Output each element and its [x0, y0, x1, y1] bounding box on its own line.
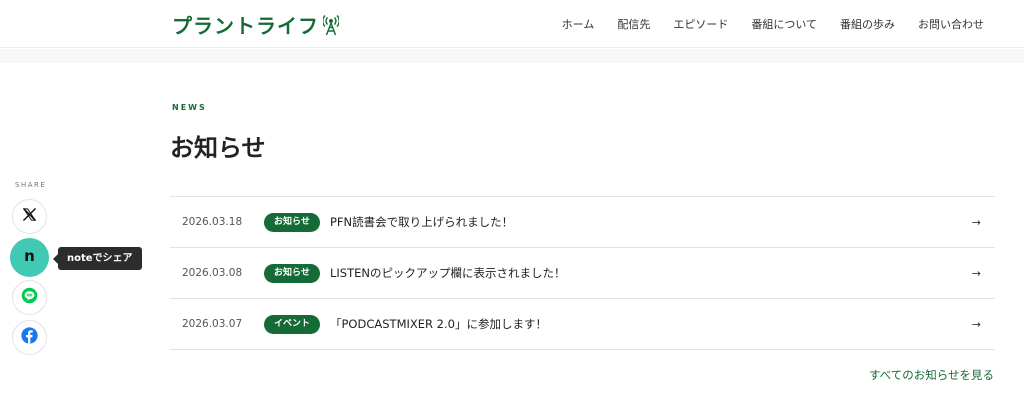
news-item[interactable]: 2026.03.08 お知らせ LISTENのピックアップ欄に表示されました！ …	[170, 248, 995, 299]
news-title: LISTENのピックアップ欄に表示されました！	[330, 266, 566, 280]
news-date: 2026.03.18	[182, 216, 243, 228]
news-item[interactable]: 2026.03.18 お知らせ PFN読書会で取り上げられました！ →	[170, 197, 995, 248]
arrow-right-icon: →	[971, 215, 981, 229]
news-category-badge: お知らせ	[264, 212, 320, 232]
news-date: 2026.03.08	[182, 267, 243, 279]
share-facebook-button[interactable]	[12, 320, 47, 355]
line-icon	[21, 287, 38, 308]
news-title: 「PODCASTMIXER 2.0」に参加します！	[330, 317, 547, 331]
nav-about[interactable]: 番組について	[751, 16, 817, 32]
news-category-badge: お知らせ	[264, 263, 320, 283]
section-kicker: NEWS	[172, 103, 207, 112]
logo-text: プラントライフ	[172, 14, 319, 38]
share-note-button[interactable]: n	[10, 238, 49, 277]
nav-home[interactable]: ホーム	[562, 16, 595, 32]
news-category-badge: イベント	[264, 314, 321, 334]
share-line-button[interactable]	[12, 280, 47, 315]
radio-tower-icon	[323, 14, 339, 36]
header-subband	[0, 49, 1024, 63]
nav-history[interactable]: 番組の歩み	[840, 16, 895, 32]
note-icon: n	[24, 247, 35, 265]
x-icon	[22, 207, 37, 226]
nav-contact[interactable]: お問い合わせ	[918, 16, 984, 32]
nav-platforms[interactable]: 配信先	[617, 16, 650, 32]
share-x-button[interactable]	[12, 199, 47, 234]
arrow-right-icon: →	[971, 317, 981, 331]
news-item[interactable]: 2026.03.07 イベント 「PODCASTMIXER 2.0」に参加します…	[170, 299, 995, 350]
facebook-icon	[21, 327, 38, 348]
section-title: お知らせ	[170, 134, 266, 162]
nav-episodes[interactable]: エピソード	[673, 16, 728, 32]
share-tooltip: noteでシェア	[53, 247, 142, 270]
share-label: SHARE	[15, 181, 47, 189]
main-nav: ホーム 配信先 エピソード 番組について 番組の歩み お問い合わせ	[539, 0, 984, 48]
news-list: 2026.03.18 お知らせ PFN読書会で取り上げられました！ → 2026…	[170, 196, 995, 350]
view-all-news-link[interactable]: すべてのお知らせを見る	[869, 367, 994, 383]
arrow-right-icon: →	[971, 266, 981, 280]
news-title: PFN読書会で取り上げられました！	[330, 215, 514, 229]
news-date: 2026.03.07	[182, 318, 243, 330]
site-logo[interactable]: プラントライフ	[172, 10, 339, 39]
site-header: プラントライフ ホーム 配信先 エピソード 番組について 番組の歩み お問い合わ…	[0, 0, 1024, 48]
